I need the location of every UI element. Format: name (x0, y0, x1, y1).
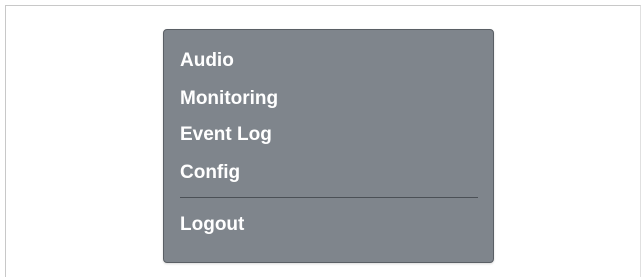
menu-item-logout[interactable]: Logout (180, 213, 244, 237)
menu-item-audio[interactable]: Audio (180, 49, 234, 73)
menu-item-monitoring[interactable]: Monitoring (180, 87, 278, 111)
menu-item-config[interactable]: Config (180, 161, 240, 185)
menu-divider (180, 197, 478, 198)
dropdown-menu: Audio Monitoring Event Log Config Logout (163, 29, 494, 263)
menu-item-event-log[interactable]: Event Log (180, 123, 272, 147)
